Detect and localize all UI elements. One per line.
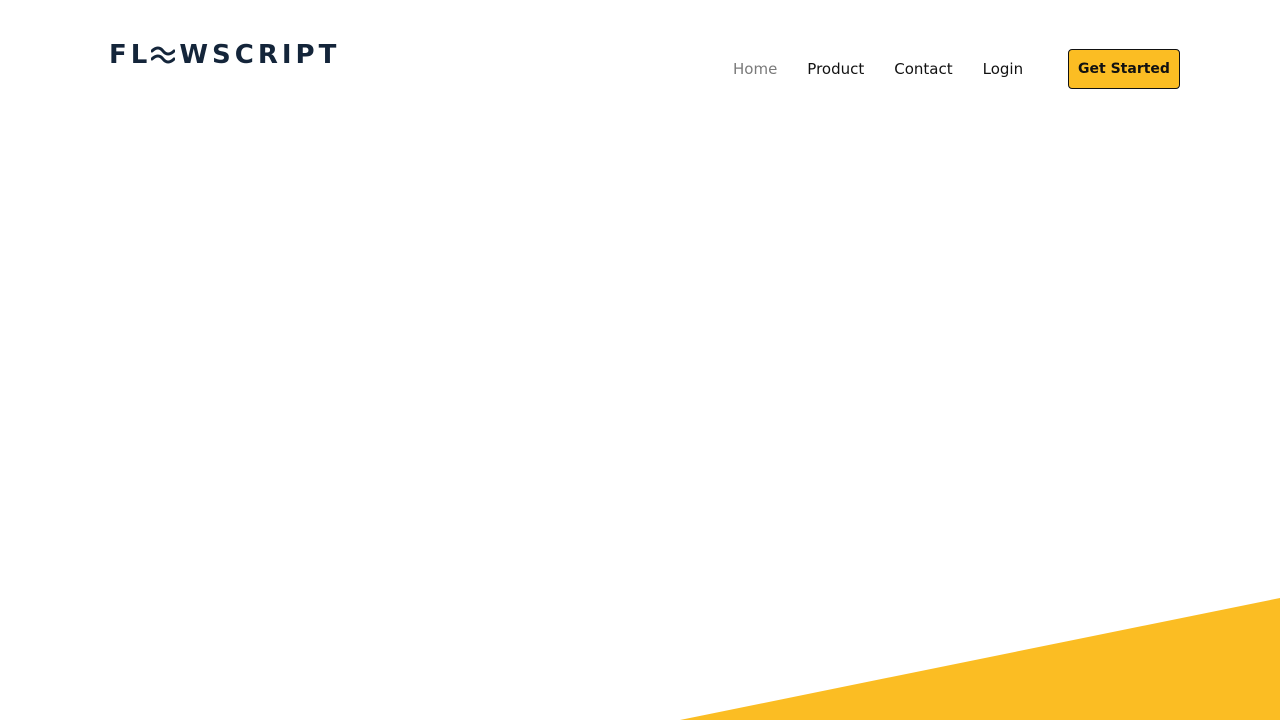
- wave-icon: [151, 46, 176, 64]
- logo-text-right: WSCRIPT: [179, 40, 341, 70]
- logo-text-left: FL: [109, 40, 152, 70]
- nav-link-contact[interactable]: Contact: [894, 60, 952, 78]
- brand-logo[interactable]: FL WSCRIPT: [109, 40, 340, 70]
- get-started-button[interactable]: Get Started: [1068, 49, 1180, 89]
- nav-link-home[interactable]: Home: [733, 60, 777, 78]
- nav-link-login[interactable]: Login: [983, 60, 1023, 78]
- landing-page: FL WSCRIPT Home Product Contact Login Ge…: [0, 0, 1280, 720]
- nav-link-product[interactable]: Product: [807, 60, 864, 78]
- main-navigation: Home Product Contact Login: [733, 56, 1023, 82]
- yellow-accent-shape: [680, 598, 1280, 720]
